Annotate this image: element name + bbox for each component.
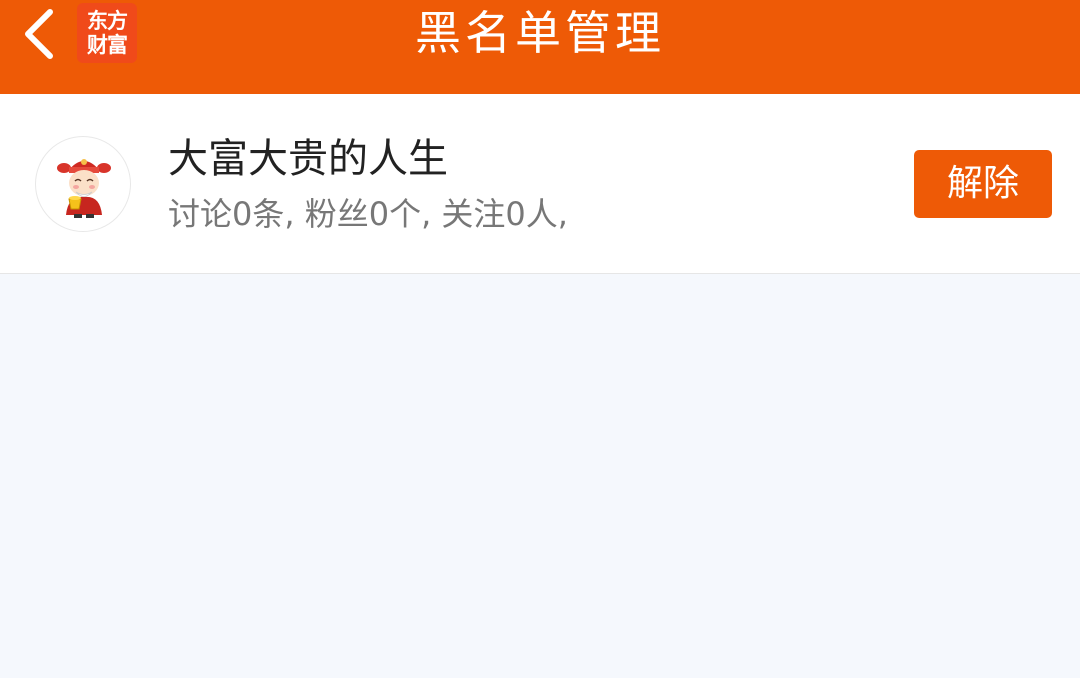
user-name: 大富大贵的人生 <box>168 136 448 182</box>
page-title: 黑名单管理 <box>415 6 665 60</box>
god-of-wealth-avatar-icon <box>57 159 111 218</box>
blacklist-page: 东方 财富 黑名单管理 大富大贵的人生 讨论0条, 粉丝0个, 关注0人, 解除 <box>0 0 1080 678</box>
user-stats: 讨论0条, 粉丝0个, 关注0人, <box>168 195 568 233</box>
blacklist: 大富大贵的人生 讨论0条, 粉丝0个, 关注0人, 解除 <box>0 94 1080 274</box>
unblock-button[interactable]: 解除 <box>914 150 1052 218</box>
avatar[interactable] <box>35 136 131 232</box>
list-item: 大富大贵的人生 讨论0条, 粉丝0个, 关注0人, 解除 <box>0 94 1080 274</box>
top-bar: 东方 财富 黑名单管理 <box>0 0 1080 94</box>
